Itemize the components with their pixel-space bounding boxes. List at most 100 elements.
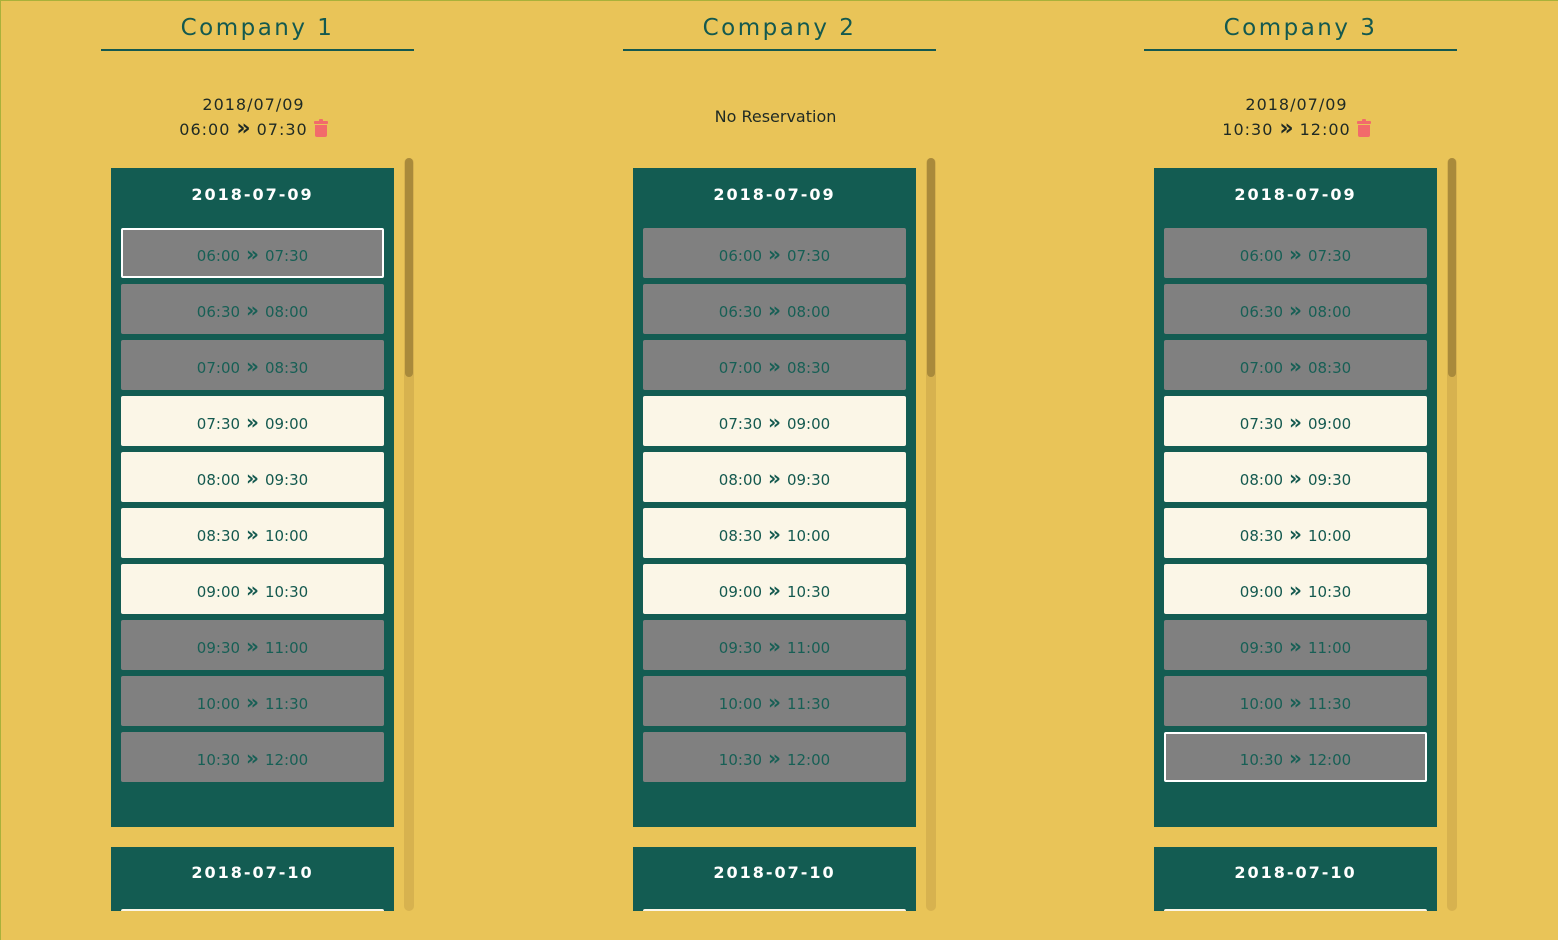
time-slot-button[interactable]: 09:30 » 11:00: [643, 620, 906, 670]
time-slot-button[interactable]: 09:00 » 10:30: [121, 564, 384, 614]
time-slot-button[interactable]: [643, 909, 906, 911]
slot-end: 11:30: [1307, 695, 1352, 713]
slot-end: 10:30: [1307, 583, 1352, 601]
day-date: 2018-07-09: [191, 185, 314, 204]
time-slot-button[interactable]: 07:30 » 09:00: [643, 396, 906, 446]
time-slot-button[interactable]: 10:00 » 11:30: [1164, 676, 1427, 726]
time-slot-button[interactable]: 07:30 » 09:00: [121, 396, 384, 446]
slot-start: 06:00: [196, 247, 241, 265]
double-chevron-right-icon: »: [246, 578, 259, 602]
time-slot-button[interactable]: [121, 909, 384, 911]
time-slot-button[interactable]: 09:00 » 10:30: [643, 564, 906, 614]
trash-icon[interactable]: [1356, 119, 1371, 137]
slot-start: 09:30: [718, 639, 763, 657]
reservation-time: 10:30 » 12:00: [1154, 117, 1439, 142]
slot-start: 06:00: [1239, 247, 1284, 265]
time-slot-button[interactable]: 06:00 » 07:30: [643, 228, 906, 278]
slot-start: 08:30: [196, 527, 241, 545]
double-chevron-right-icon: »: [1289, 578, 1302, 602]
time-slot-button[interactable]: 06:30 » 08:00: [643, 284, 906, 334]
slot-start: 08:00: [1239, 471, 1284, 489]
slot-start: 07:00: [1239, 359, 1284, 377]
scrollbar[interactable]: [404, 158, 414, 911]
slot-end: 09:30: [1307, 471, 1352, 489]
slot-end: 07:30: [1307, 247, 1352, 265]
day-card: 2018-07-09 06:00» 07:30 06:30» 08:00 07:00» 08…: [633, 168, 916, 827]
time-slot-button[interactable]: 08:00 » 09:30: [1164, 452, 1427, 502]
slot-end: 11:30: [786, 695, 831, 713]
slot-end: 11:00: [786, 639, 831, 657]
double-chevron-right-icon: »: [768, 746, 781, 770]
scrollbar[interactable]: [1447, 158, 1457, 911]
slot-end: 10:00: [1307, 527, 1352, 545]
trash-icon[interactable]: [313, 119, 328, 137]
double-chevron-right-icon: »: [768, 522, 781, 546]
double-chevron-right-icon: »: [1289, 354, 1302, 378]
double-chevron-right-icon: »: [1289, 634, 1302, 658]
double-chevron-right-icon: »: [246, 746, 259, 770]
company-title: Company 1: [101, 15, 414, 51]
reservation-start: 06:00: [179, 120, 231, 139]
time-slot-button[interactable]: 08:30 » 10:00: [121, 508, 384, 558]
no-reservation-text: No Reservation: [714, 107, 837, 126]
time-slot-button[interactable]: 08:00 » 09:30: [121, 452, 384, 502]
time-slot-button[interactable]: [1164, 909, 1427, 911]
time-slot-button[interactable]: 09:30 » 11:00: [1164, 620, 1427, 670]
slot-end: 08:00: [786, 303, 831, 321]
time-slot-button[interactable]: 07:00 » 08:30: [643, 340, 906, 390]
day-card: 2018-07-10: [633, 847, 916, 911]
day-card: 2018-07-10: [1154, 847, 1437, 911]
slot-end: 08:00: [1307, 303, 1352, 321]
slot-start: 08:00: [718, 471, 763, 489]
slot-start: 10:00: [718, 695, 763, 713]
time-slot-button[interactable]: 08:30 » 10:00: [1164, 508, 1427, 558]
time-slot-button[interactable]: 06:30 » 08:00: [1164, 284, 1427, 334]
slot-end: 10:30: [786, 583, 831, 601]
slot-end: 09:00: [1307, 415, 1352, 433]
time-slot-button[interactable]: 10:30 » 12:00: [1164, 732, 1427, 782]
double-chevron-right-icon: »: [246, 634, 259, 658]
slot-start: 06:00: [718, 247, 763, 265]
double-chevron-right-icon: »: [246, 522, 259, 546]
reservation-start: 10:30: [1222, 120, 1274, 139]
scrollbar[interactable]: [926, 158, 936, 911]
time-slot-button[interactable]: 07:00 » 08:30: [121, 340, 384, 390]
time-slot-button[interactable]: 10:30 » 12:00: [643, 732, 906, 782]
slot-start: 10:00: [1239, 695, 1284, 713]
time-slot-button[interactable]: 07:30 » 09:00: [1164, 396, 1427, 446]
time-slot-button[interactable]: 10:00 » 11:30: [121, 676, 384, 726]
day-list: 2018-07-09 06:00» 07:30 06:30» 08:00 07:00» 08…: [111, 158, 426, 911]
time-slot-button[interactable]: 06:30 » 08:00: [121, 284, 384, 334]
slot-start: 09:30: [1239, 639, 1284, 657]
slot-end: 10:00: [786, 527, 831, 545]
time-slot-button[interactable]: 10:30 » 12:00: [121, 732, 384, 782]
slot-end: 08:30: [264, 359, 309, 377]
double-chevron-right-icon: »: [1279, 116, 1294, 141]
current-reservation: No Reservation: [633, 93, 918, 129]
scrollbar-thumb[interactable]: [927, 158, 935, 377]
double-chevron-right-icon: »: [768, 410, 781, 434]
time-slot-button[interactable]: 08:00 » 09:30: [643, 452, 906, 502]
slot-end: 10:30: [264, 583, 309, 601]
time-slot-button[interactable]: 09:00 » 10:30: [1164, 564, 1427, 614]
scrollbar-thumb[interactable]: [1448, 158, 1456, 377]
time-slot-button[interactable]: 10:00 » 11:30: [643, 676, 906, 726]
slot-end: 12:00: [786, 751, 831, 769]
time-slot-button[interactable]: 07:00 » 08:30: [1164, 340, 1427, 390]
slot-end: 08:00: [264, 303, 309, 321]
day-date: 2018-07-09: [713, 185, 836, 204]
double-chevron-right-icon: »: [1289, 298, 1302, 322]
slot-start: 09:00: [1239, 583, 1284, 601]
time-slot-button[interactable]: 06:00 » 07:30: [1164, 228, 1427, 278]
time-slot-button[interactable]: 06:00 » 07:30: [121, 228, 384, 278]
slot-end: 07:30: [786, 247, 831, 265]
time-slot-button[interactable]: 09:30 » 11:00: [121, 620, 384, 670]
slot-end: 12:00: [264, 751, 309, 769]
time-slot-button[interactable]: 08:30 » 10:00: [643, 508, 906, 558]
double-chevron-right-icon: »: [1289, 522, 1302, 546]
double-chevron-right-icon: »: [1289, 410, 1302, 434]
scrollbar-thumb[interactable]: [405, 158, 413, 377]
company-column: Company 1 2018/07/09 06:00 » 07:30 2018-07-09…: [101, 1, 441, 940]
double-chevron-right-icon: »: [246, 242, 259, 266]
double-chevron-right-icon: »: [1289, 466, 1302, 490]
